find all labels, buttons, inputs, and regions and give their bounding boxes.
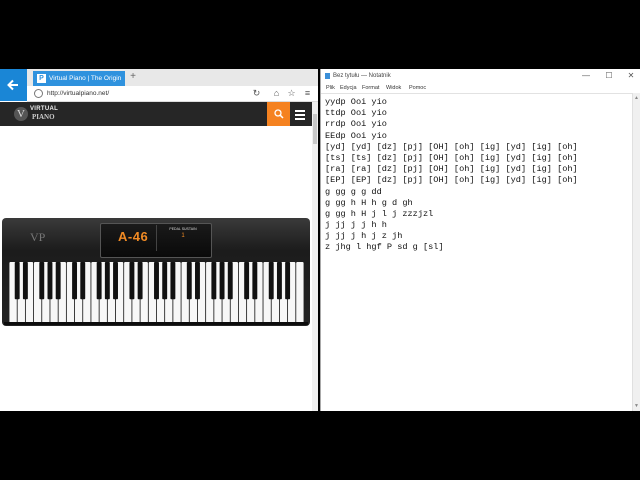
text-line: j jj j h j z jh: [325, 231, 403, 242]
tab-strip: P Virtual Piano | The Origin... +: [27, 69, 318, 86]
piano-top-strip: [232, 221, 298, 224]
sustain-value[interactable]: 1: [165, 233, 201, 239]
scroll-up-icon[interactable]: ▲: [634, 95, 639, 101]
menu-icon[interactable]: ≡: [302, 87, 313, 100]
text-line: [EP] [EP] [dz] [pj] [OH] [oh] [ig] [yd] …: [325, 175, 578, 186]
black-key[interactable]: [227, 262, 233, 300]
back-button[interactable]: [0, 69, 27, 101]
black-key[interactable]: [96, 262, 102, 300]
close-icon[interactable]: ✕: [625, 70, 637, 82]
site-search-button[interactable]: [267, 102, 290, 126]
home-icon[interactable]: ⌂: [271, 87, 282, 100]
text-line: [ts] [ts] [dz] [pj] [OH] [oh] [ig] [yd] …: [325, 152, 578, 163]
menu-bar: Plik Edycja Format Widok Pomoc: [321, 83, 640, 93]
text-line: z jhg l hgf P sd g [sl]: [325, 242, 444, 253]
black-key[interactable]: [137, 262, 143, 300]
menu-pomoc[interactable]: Pomoc: [409, 83, 426, 93]
display-separator: [156, 225, 157, 251]
url-text[interactable]: http://virtualpiano.net/: [47, 86, 109, 101]
notepad-window: Bez tytułu — Notatnik — ☐ ✕ Plik Edycja …: [320, 69, 640, 411]
black-key[interactable]: [14, 262, 20, 300]
star-icon[interactable]: ☆: [286, 87, 297, 100]
black-key[interactable]: [170, 262, 176, 300]
text-line: ttdp Ooi yio: [325, 108, 387, 119]
page-info-icon[interactable]: [34, 89, 43, 98]
page-scrollbar[interactable]: [312, 102, 318, 411]
black-key[interactable]: [195, 262, 200, 300]
black-key[interactable]: [285, 262, 291, 300]
logo-line2: PIANO: [32, 113, 55, 121]
menu-widok[interactable]: Widok: [386, 83, 401, 93]
notepad-app-icon: [325, 73, 330, 79]
black-key[interactable]: [113, 262, 118, 300]
back-arrow-icon: [7, 79, 18, 91]
black-key[interactable]: [276, 262, 282, 300]
text-line: [yd] [yd] [dz] [pj] [OH] [oh] [ig] [yd] …: [325, 141, 578, 152]
text-line: j jj j j h h: [325, 220, 387, 231]
black-key[interactable]: [22, 262, 28, 300]
black-key[interactable]: [186, 262, 192, 300]
sustain-label: PEDAL SUSTAIN: [169, 227, 197, 231]
black-key[interactable]: [104, 262, 110, 300]
minimize-icon[interactable]: —: [580, 70, 592, 82]
menu-edycja[interactable]: Edycja: [340, 83, 357, 93]
black-key[interactable]: [244, 262, 250, 300]
piano-keyboard: [9, 262, 304, 324]
black-key[interactable]: [154, 262, 159, 300]
black-key[interactable]: [55, 262, 61, 300]
note-readout: A-46: [118, 229, 149, 244]
maximize-icon[interactable]: ☐: [603, 70, 615, 82]
black-key[interactable]: [80, 262, 86, 300]
refresh-icon[interactable]: ↻: [251, 87, 262, 100]
black-key[interactable]: [129, 262, 135, 300]
piano-base: [4, 322, 308, 325]
site-logo[interactable]: V VIRTUAL PIANO: [14, 105, 60, 123]
page-scroll-thumb[interactable]: [313, 114, 317, 144]
window-title: Bez tytułu — Notatnik: [333, 73, 391, 79]
black-key[interactable]: [219, 262, 225, 300]
text-line: EEdp Ooi yio: [325, 130, 387, 141]
black-key[interactable]: [211, 262, 217, 300]
black-key[interactable]: [268, 262, 274, 300]
text-line: rrdp Ooi yio: [325, 119, 387, 130]
text-line: [ra] [ra] [dz] [pj] [OH] [oh] [ig] [yd] …: [325, 164, 578, 175]
tab-title: Virtual Piano | The Origin...: [49, 75, 121, 82]
text-line: g gg h H j l j zzzjzl: [325, 208, 434, 219]
search-icon: [274, 109, 284, 119]
text-line: g gg h H h g d gh: [325, 197, 413, 208]
text-editor[interactable]: yydp Ooi yio ttdp Ooi yio rrdp Ooi yio E…: [321, 93, 632, 412]
black-key[interactable]: [162, 262, 168, 300]
hamburger-menu-icon[interactable]: [292, 108, 308, 120]
black-key[interactable]: [47, 262, 53, 300]
black-key[interactable]: [252, 262, 258, 300]
text-line: g gg g g dd: [325, 186, 382, 197]
address-bar[interactable]: http://virtualpiano.net/ ↻ ⌂ ☆ ≡: [27, 86, 318, 102]
new-tab-button[interactable]: +: [128, 72, 138, 82]
scroll-down-icon[interactable]: ▼: [634, 403, 639, 409]
piano-logo: VP: [30, 230, 46, 244]
logo-line1: VIRTUAL: [30, 106, 59, 112]
editor-scrollbar[interactable]: [632, 93, 640, 411]
tab-virtual-piano[interactable]: P Virtual Piano | The Origin...: [33, 71, 125, 86]
logo-mark: V: [14, 107, 28, 121]
site-header: V VIRTUAL PIANO: [0, 102, 312, 126]
favicon-icon: P: [37, 74, 46, 83]
browser-window: P Virtual Piano | The Origin... + http:/…: [0, 69, 318, 411]
black-key[interactable]: [72, 262, 78, 300]
menu-plik[interactable]: Plik: [326, 83, 335, 93]
black-key[interactable]: [39, 262, 45, 300]
menu-format[interactable]: Format: [362, 83, 379, 93]
white-key[interactable]: [296, 262, 304, 323]
text-line: yydp Ooi yio: [325, 97, 387, 107]
